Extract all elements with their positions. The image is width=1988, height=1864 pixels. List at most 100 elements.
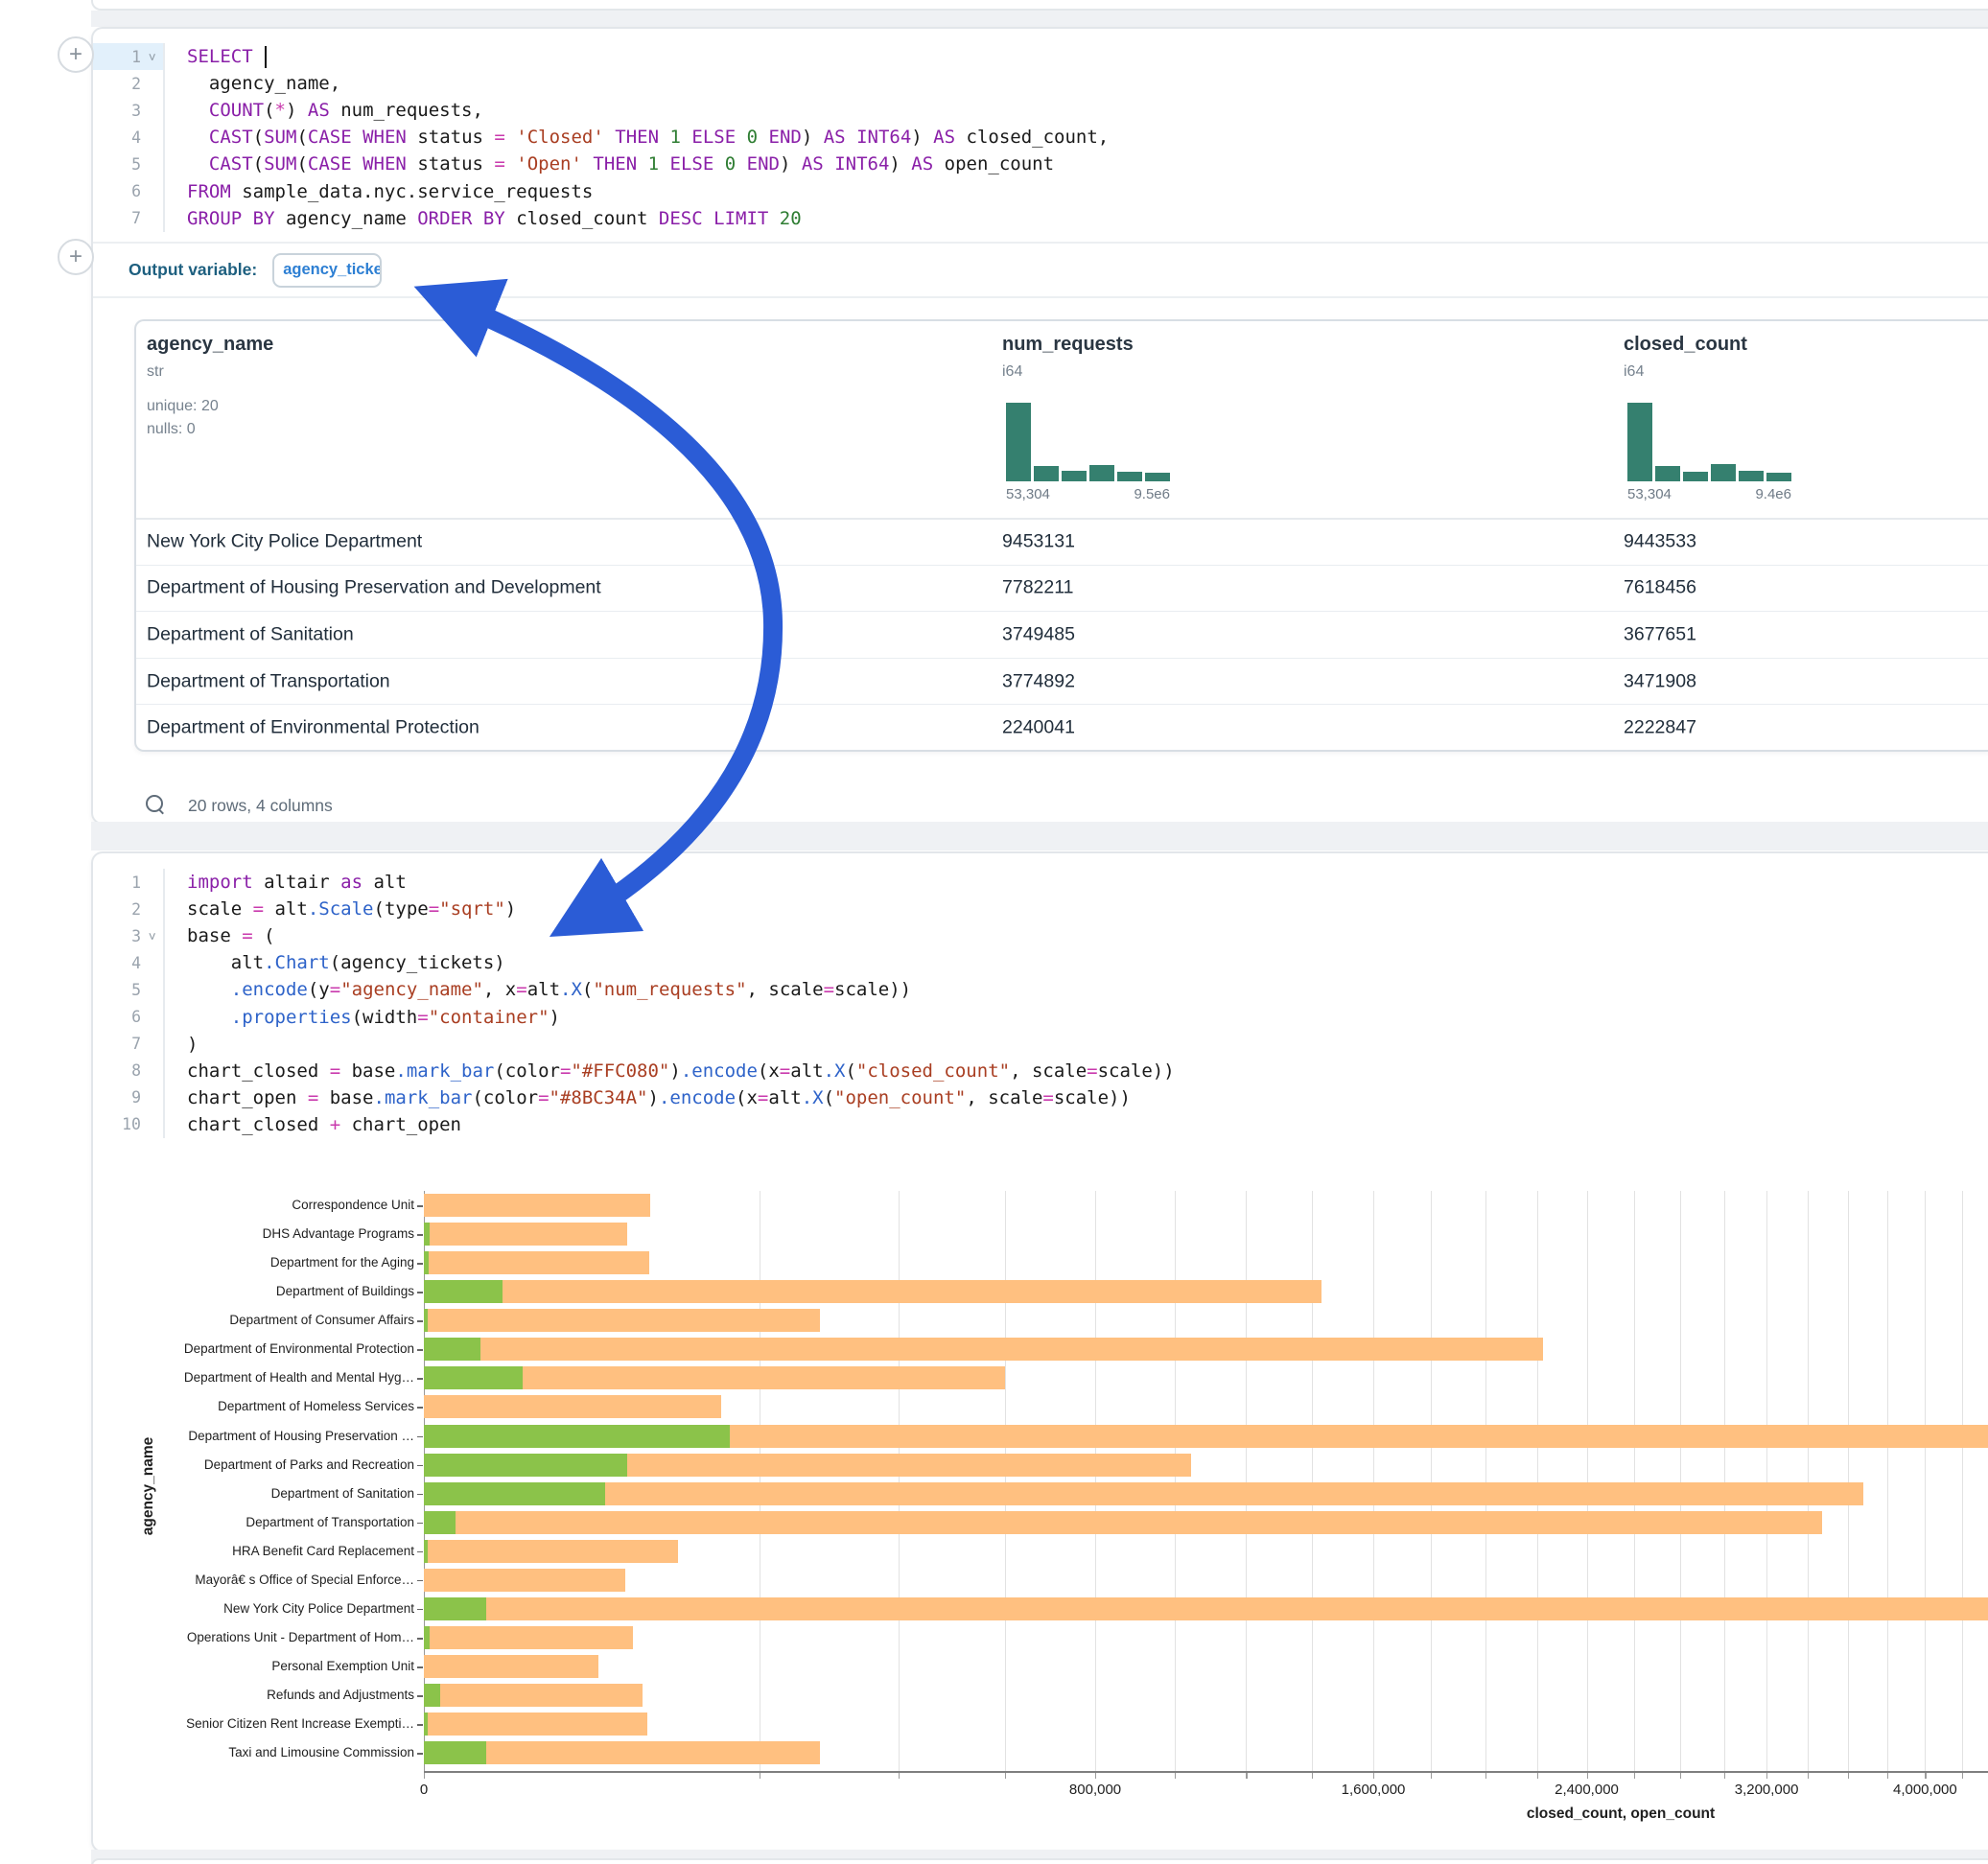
table-cell: 3677651: [1624, 623, 1696, 645]
chart-bar-open: [424, 1741, 486, 1764]
histogram-min-label: 53,304: [1006, 486, 1050, 502]
table-row[interactable]: Department of Sanitation37494853677651: [136, 612, 1988, 659]
y-axis-tick: [417, 1292, 423, 1293]
table-row[interactable]: New York City Police Department945313194…: [136, 519, 1988, 566]
chart-bar-open: [424, 1511, 456, 1534]
results-table-card: agency_name str unique: 20 nulls: 0 num_…: [134, 319, 1988, 752]
y-axis-label: Correspondence Unit: [98, 1198, 414, 1212]
chart-bar-open: [424, 1626, 430, 1649]
table-cell: Department of Environmental Protection: [147, 717, 479, 739]
code-line: 5 .encode(y="agency_name", x=alt.X("num_…: [93, 976, 1988, 1003]
y-axis-label: Personal Exemption Unit: [98, 1659, 414, 1673]
code-line: 3>base = (: [93, 922, 1988, 949]
chart-bar-closed: [424, 1194, 650, 1217]
chart-bar-closed: [424, 1569, 625, 1592]
chart-bar-open: [424, 1251, 429, 1274]
table-cell: 9443533: [1624, 530, 1696, 552]
code-line: 6 .properties(width="container"): [93, 1003, 1988, 1030]
python-code-editor[interactable]: 1import altair as alt2scale = alt.Scale(…: [93, 869, 1988, 1138]
code-line: 1import altair as alt: [93, 869, 1988, 896]
y-axis-tick: [417, 1551, 423, 1553]
chart-bar-closed: [424, 1280, 1321, 1303]
table-cell: Department of Housing Preservation and D…: [147, 577, 601, 599]
text-cursor: [265, 46, 267, 68]
grid-line: [1766, 1191, 1767, 1771]
y-axis-tick: [417, 1234, 423, 1236]
chart-bar-open: [424, 1280, 503, 1303]
table-cell: 3471908: [1624, 670, 1696, 692]
line-number: 4: [93, 128, 141, 147]
search-icon[interactable]: [146, 795, 167, 816]
histogram-bar: [1034, 466, 1059, 481]
chart-bar-open: [424, 1223, 430, 1246]
sql-cell: 1>SELECT 2 agency_name,3 COUNT(*) AS num…: [91, 27, 1988, 825]
code-line: 6FROM sample_data.nyc.service_requests: [93, 177, 1988, 204]
column-header-closed-count: closed_count: [1624, 334, 1747, 356]
code-line: 5 CAST(SUM(CASE WHEN status = 'Open' THE…: [93, 151, 1988, 177]
chart-bar-closed: [424, 1684, 643, 1707]
collapse-caret-icon[interactable]: >: [145, 925, 159, 946]
y-axis-tick: [417, 1494, 423, 1496]
grid-line: [1887, 1191, 1888, 1771]
line-number: 1: [93, 48, 141, 66]
y-axis-label: Refunds and Adjustments: [98, 1688, 414, 1702]
grid-line: [1005, 1191, 1006, 1771]
table-cell: 3749485: [1002, 623, 1075, 645]
output-variable-label: Output variable:: [129, 260, 257, 280]
code-line: 1>SELECT: [93, 43, 1988, 70]
table-cell: 3774892: [1002, 670, 1075, 692]
histogram-bar: [1117, 472, 1142, 481]
column-type-closed-count: i64: [1624, 363, 1644, 381]
table-row[interactable]: Department of Environmental Protection 22…: [136, 705, 1988, 752]
table-row[interactable]: Department of Transportation377489234719…: [136, 659, 1988, 706]
line-number: 8: [93, 1061, 141, 1080]
grid-line: [1925, 1191, 1926, 1771]
add-cell-button-middle[interactable]: +: [58, 239, 94, 275]
table-row[interactable]: Department of Housing Preservation and D…: [136, 566, 1988, 613]
y-axis-label: Department of Housing Preservation …: [98, 1429, 414, 1443]
line-number: 9: [93, 1088, 141, 1107]
line-number: 6: [93, 182, 141, 200]
num-requests-histogram: [1006, 403, 1170, 481]
grid-line: [899, 1191, 900, 1771]
code-line: 7GROUP BY agency_name ORDER BY closed_co…: [93, 205, 1988, 232]
output-variable-badge[interactable]: agency_tickets: [272, 253, 382, 288]
grid-line: [1848, 1191, 1849, 1771]
y-axis-label: Department of Parks and Recreation: [98, 1457, 414, 1472]
line-number: 7: [93, 1035, 141, 1053]
y-axis-tick: [417, 1349, 423, 1351]
sql-code-editor[interactable]: 1>SELECT 2 agency_name,3 COUNT(*) AS num…: [93, 43, 1988, 232]
grid-line: [1485, 1191, 1486, 1771]
code-line: 3 COUNT(*) AS num_requests,: [93, 97, 1988, 124]
histogram-bar: [1711, 464, 1736, 481]
table-cell: 2222847: [1624, 717, 1696, 739]
y-axis-label: Department of Consumer Affairs: [98, 1313, 414, 1327]
chart-bar-closed: [424, 1395, 721, 1418]
add-cell-button-top[interactable]: +: [58, 36, 94, 73]
grid-line: [1312, 1191, 1313, 1771]
chart-bar-open: [424, 1482, 605, 1505]
y-axis-tick: [417, 1205, 423, 1207]
python-cell: 1import altair as alt2scale = alt.Scale(…: [91, 851, 1988, 1852]
collapse-caret-icon[interactable]: >: [145, 46, 159, 67]
y-axis-label: DHS Advantage Programs: [98, 1226, 414, 1241]
x-axis-label: 2,400,000: [1555, 1782, 1619, 1798]
y-axis-tick: [417, 1724, 423, 1726]
x-axis-label: 3,200,000: [1735, 1782, 1799, 1798]
line-number: 2: [93, 75, 141, 93]
y-axis-label: Department of Homeless Services: [98, 1399, 414, 1413]
histogram-bar: [1766, 473, 1791, 481]
grid-line: [1095, 1191, 1096, 1771]
table-body: New York City Police Department945313194…: [136, 519, 1988, 752]
histogram-bar: [1627, 403, 1652, 481]
histogram-max-label: 9.5e6: [1134, 486, 1170, 502]
grid-line: [1537, 1191, 1538, 1771]
results-summary: 20 rows, 4 columns: [188, 796, 333, 816]
column-type-agency-name: str: [147, 363, 164, 381]
chart-bar-open: [424, 1684, 440, 1707]
x-axis-label: 0: [420, 1782, 428, 1798]
grid-line: [1724, 1191, 1725, 1771]
chart-bar-closed: [424, 1626, 633, 1649]
x-axis-label: 4,000,000: [1893, 1782, 1957, 1798]
grid-line: [1175, 1191, 1176, 1771]
